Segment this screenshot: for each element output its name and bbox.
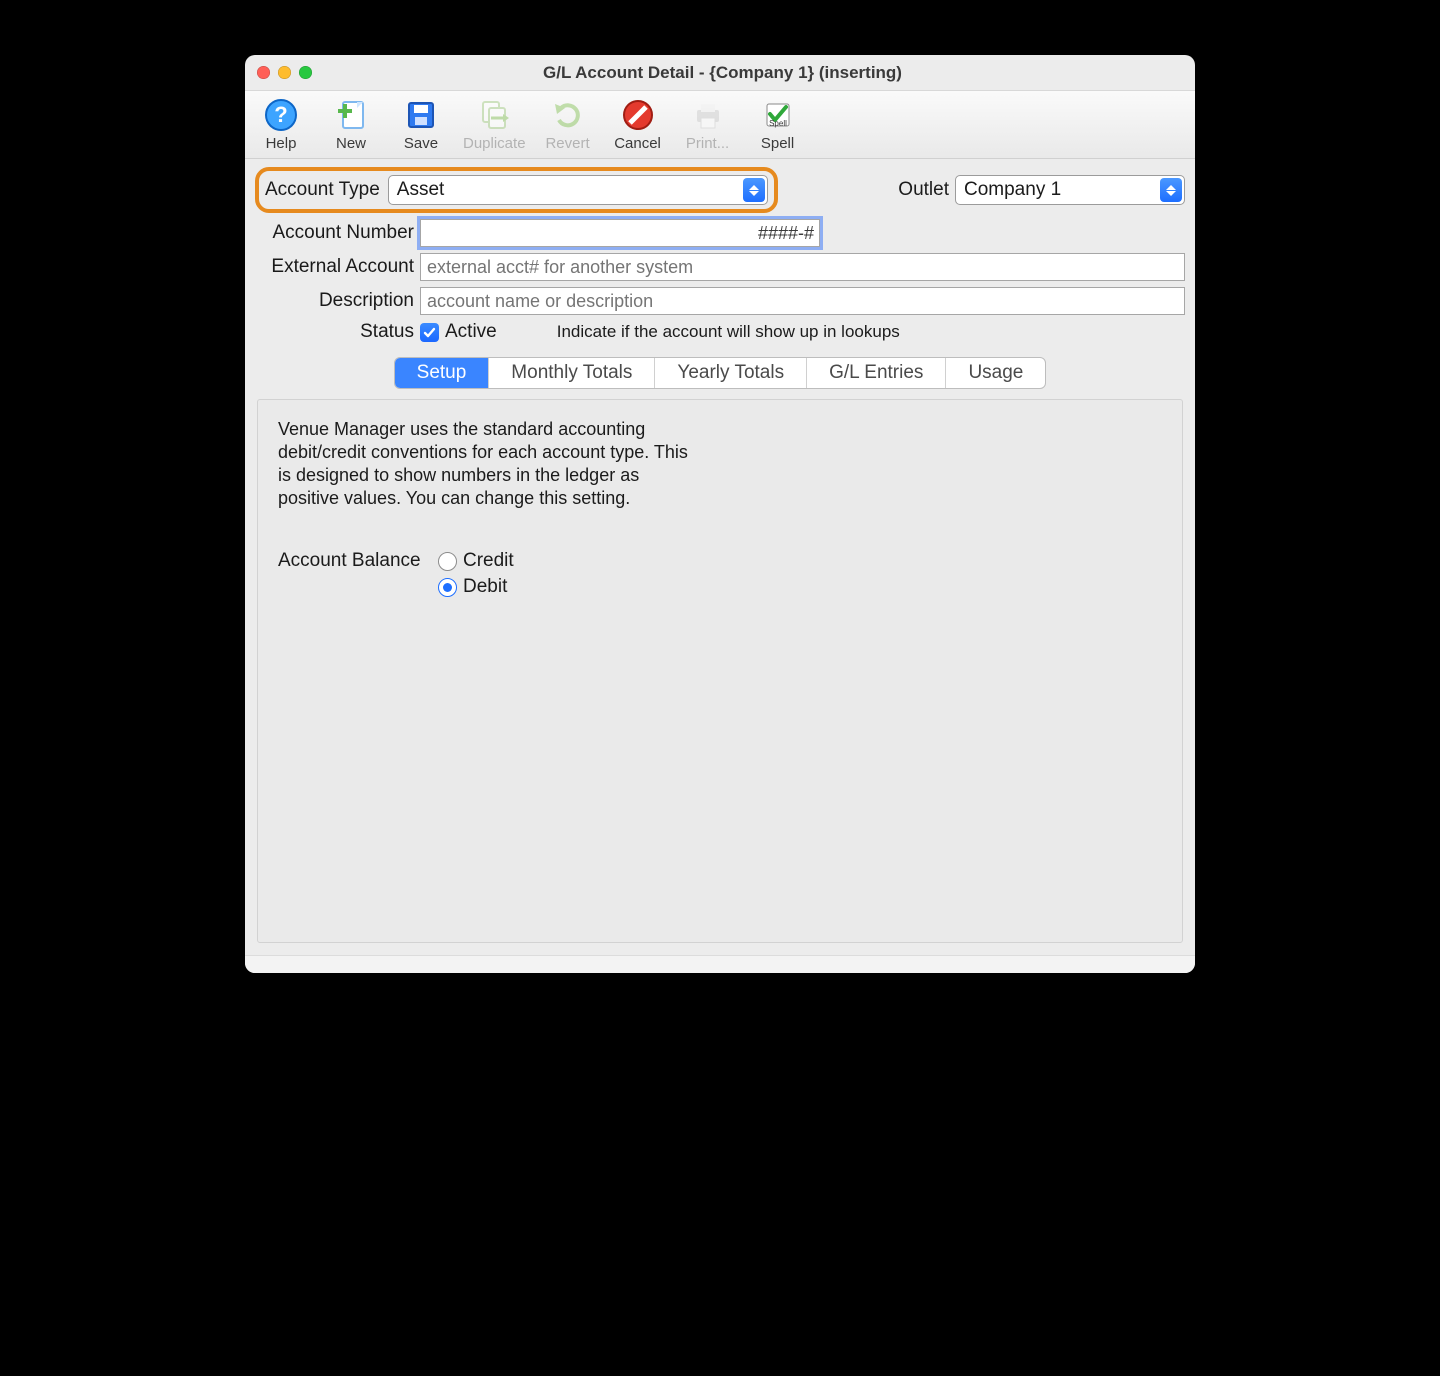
credit-radio[interactable] xyxy=(438,552,457,571)
cancel-button[interactable]: Cancel xyxy=(610,97,666,152)
status-checkbox-label: Active xyxy=(445,321,497,343)
print-icon xyxy=(690,97,726,133)
credit-radio-label: Credit xyxy=(463,550,514,572)
cancel-icon xyxy=(620,97,656,133)
save-icon xyxy=(403,97,439,133)
account-type-value: Asset xyxy=(397,179,445,201)
help-button[interactable]: ? Help xyxy=(253,97,309,152)
tab-gl-entries[interactable]: G/L Entries xyxy=(807,358,946,388)
new-button[interactable]: New xyxy=(323,97,379,152)
account-balance-label: Account Balance xyxy=(278,550,438,572)
outlet-label: Outlet xyxy=(898,179,949,201)
setup-panel: Venue Manager uses the standard accounti… xyxy=(257,399,1183,943)
svg-text:Spell: Spell xyxy=(769,119,787,128)
help-icon: ? xyxy=(263,97,299,133)
tab-monthly-totals[interactable]: Monthly Totals xyxy=(489,358,655,388)
external-account-input[interactable] xyxy=(420,253,1185,281)
window-title: G/L Account Detail - {Company 1} (insert… xyxy=(262,63,1183,83)
window-footer xyxy=(245,955,1195,973)
spell-icon: Spell xyxy=(760,97,796,133)
external-account-label: External Account xyxy=(255,256,420,278)
account-number-label: Account Number xyxy=(255,222,420,244)
description-label: Description xyxy=(255,290,420,312)
tab-usage[interactable]: Usage xyxy=(946,358,1045,388)
chevron-updown-icon xyxy=(743,178,765,202)
debit-radio-label: Debit xyxy=(463,576,507,598)
svg-text:?: ? xyxy=(274,102,287,127)
debit-radio[interactable] xyxy=(438,578,457,597)
new-icon xyxy=(333,97,369,133)
save-button[interactable]: Save xyxy=(393,97,449,152)
print-button: Print... xyxy=(680,97,736,152)
account-number-mask: ####-# xyxy=(758,219,814,247)
chevron-updown-icon xyxy=(1160,178,1182,202)
tab-setup[interactable]: Setup xyxy=(395,358,490,388)
tab-yearly-totals[interactable]: Yearly Totals xyxy=(655,358,807,388)
window: G/L Account Detail - {Company 1} (insert… xyxy=(245,55,1195,973)
description-input[interactable] xyxy=(420,287,1185,315)
titlebar: G/L Account Detail - {Company 1} (insert… xyxy=(245,55,1195,91)
revert-button: Revert xyxy=(540,97,596,152)
status-checkbox[interactable] xyxy=(420,323,439,342)
setup-help-text: Venue Manager uses the standard accounti… xyxy=(278,418,698,510)
outlet-select[interactable]: Company 1 xyxy=(955,175,1185,205)
duplicate-icon xyxy=(476,97,512,133)
duplicate-button: Duplicate xyxy=(463,97,526,152)
status-hint: Indicate if the account will show up in … xyxy=(557,322,900,342)
account-type-label: Account Type xyxy=(265,179,380,201)
form-area: Account Type Asset Outlet Company 1 Acco… xyxy=(245,159,1195,955)
account-type-select[interactable]: Asset xyxy=(388,175,768,205)
tab-bar: Setup Monthly Totals Yearly Totals G/L E… xyxy=(255,357,1185,389)
toolbar: ? Help New Save Duplicate xyxy=(245,91,1195,159)
status-label: Status xyxy=(255,321,420,343)
revert-icon xyxy=(550,97,586,133)
outlet-value: Company 1 xyxy=(964,179,1061,201)
spell-button[interactable]: Spell Spell xyxy=(750,97,806,152)
